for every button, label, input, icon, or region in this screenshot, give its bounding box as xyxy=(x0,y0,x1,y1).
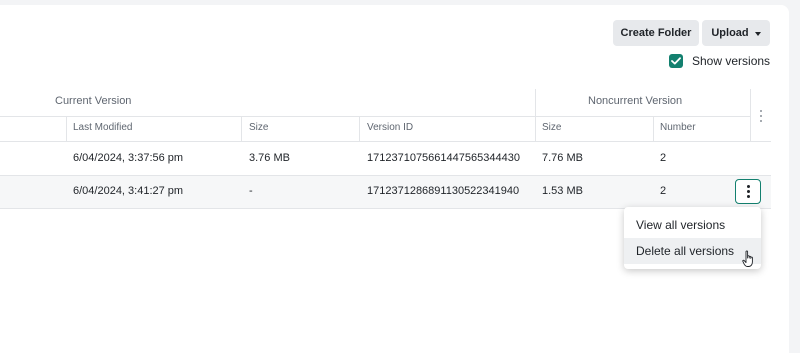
last-modified-cell: 6/04/2024, 3:37:56 pm xyxy=(73,152,184,164)
divider xyxy=(241,116,242,141)
last-modified-cell: 6/04/2024, 3:41:27 pm xyxy=(73,185,184,197)
divider xyxy=(0,116,750,117)
number-cell: 2 xyxy=(660,185,667,197)
upload-button[interactable]: Upload xyxy=(702,20,770,46)
column-header-version-id[interactable]: Version ID xyxy=(367,122,413,133)
column-header-last-modified[interactable]: Last Modified xyxy=(73,122,132,133)
menu-item-view-all-versions[interactable]: View all versions xyxy=(624,212,761,238)
version-id-cell: 1712371075661447565344430 xyxy=(367,152,520,164)
current-version-group-header: Current Version xyxy=(55,95,132,107)
show-versions-label: Show versions xyxy=(692,54,771,68)
noncurrent-size-cell: 1.53 MB xyxy=(542,185,583,197)
checkbox-checked-icon[interactable] xyxy=(669,54,683,68)
size-cell: 3.76 MB xyxy=(249,152,290,164)
version-id-cell: 1712371286891130522341940 xyxy=(367,185,520,197)
divider xyxy=(0,141,771,142)
divider xyxy=(535,89,536,141)
show-versions-toggle[interactable]: Show versions xyxy=(669,54,770,68)
create-folder-button[interactable]: Create Folder xyxy=(613,20,699,46)
column-settings-icon[interactable] xyxy=(757,110,765,122)
menu-item-delete-all-versions[interactable]: Delete all versions xyxy=(624,238,761,264)
upload-label: Upload xyxy=(711,27,749,39)
divider xyxy=(66,116,67,141)
pointer-hand-icon xyxy=(742,250,753,267)
caret-down-icon xyxy=(754,31,761,36)
row-actions-menu: View all versions Delete all versions xyxy=(624,207,761,269)
divider xyxy=(750,89,751,141)
noncurrent-size-cell: 7.76 MB xyxy=(542,152,583,164)
number-cell: 2 xyxy=(660,152,667,164)
column-header-size[interactable]: Size xyxy=(249,122,268,133)
size-cell: - xyxy=(249,185,253,197)
noncurrent-version-group-header: Noncurrent Version xyxy=(588,95,683,107)
column-header-noncurrent-size[interactable]: Size xyxy=(542,122,561,133)
row-actions-button[interactable] xyxy=(735,179,761,204)
column-header-number[interactable]: Number xyxy=(660,122,696,133)
divider xyxy=(653,116,654,141)
create-folder-label: Create Folder xyxy=(620,27,692,39)
divider xyxy=(359,116,360,141)
